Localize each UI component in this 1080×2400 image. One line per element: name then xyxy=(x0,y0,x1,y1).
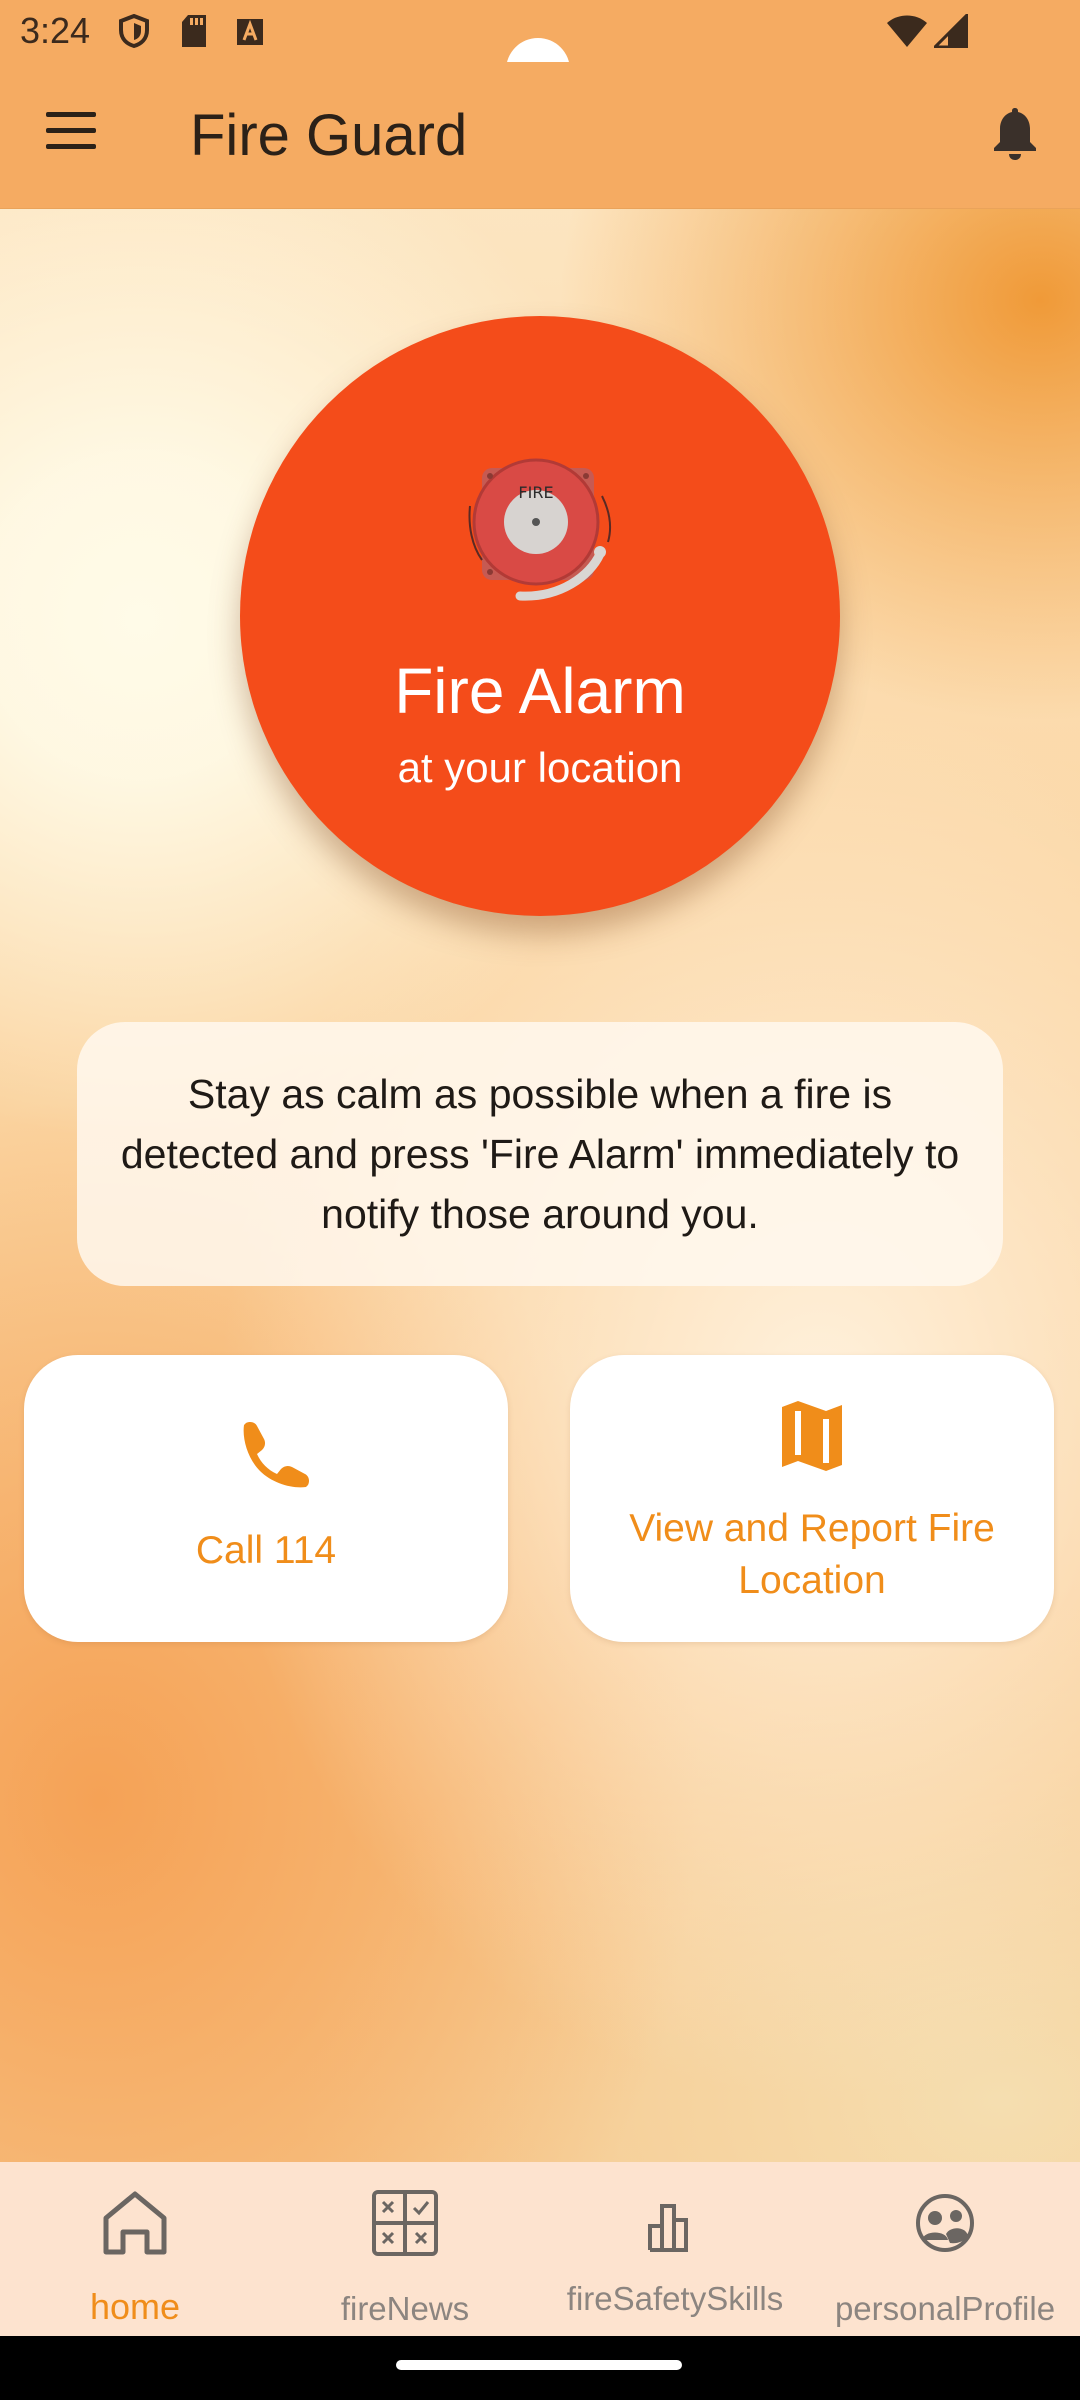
signal-icon xyxy=(934,14,968,48)
home-icon xyxy=(103,2191,167,2255)
nav-firesafetyskills-label: fireSafetySkills xyxy=(566,2280,784,2317)
nav-firesafetyskills[interactable]: fireSafetySkills xyxy=(540,2162,810,2336)
app-title: Fire Guard xyxy=(190,103,468,168)
info-text: Stay as calm as possible when a fire is … xyxy=(120,1071,960,1237)
grid-icon xyxy=(372,2190,438,2256)
nav-personalprofile-label: personalProfile xyxy=(834,2290,1056,2327)
map-icon xyxy=(782,1401,842,1471)
status-time: 3:24 xyxy=(20,10,91,51)
bar-chart-icon xyxy=(648,2204,688,2252)
home-gesture-handle[interactable] xyxy=(396,2360,682,2370)
call-114-button[interactable]: Call 114 xyxy=(24,1355,508,1642)
nav-firenews[interactable]: fireNews xyxy=(270,2162,540,2336)
nav-firenews-label: fireNews xyxy=(340,2290,470,2327)
bell-icon[interactable] xyxy=(990,104,1040,162)
keyboard-a-icon xyxy=(237,19,263,45)
alarm-subtitle: at your location xyxy=(397,744,683,791)
menu-icon[interactable] xyxy=(46,112,96,152)
phone-icon xyxy=(243,1422,309,1488)
call-114-label: Call 114 xyxy=(195,1529,337,1572)
bottom-navigation: home fireNews fireSafetySkills personalP… xyxy=(0,2162,1080,2336)
fire-alarm-button[interactable]: FIRE Fire Alarm at your location xyxy=(240,316,840,916)
alarm-title: Fire Alarm xyxy=(394,655,686,727)
view-report-fire-location-button[interactable]: View and Report Fire Location xyxy=(570,1355,1054,1642)
people-icon xyxy=(916,2194,974,2252)
shield-icon xyxy=(119,14,149,48)
wifi-icon xyxy=(887,15,927,47)
sd-card-icon xyxy=(182,15,206,47)
nav-home-label: home xyxy=(89,2286,181,2327)
gesture-bar xyxy=(0,2336,1080,2400)
view-report-label: View and Report Fire Location xyxy=(629,1507,995,1602)
info-card: Stay as calm as possible when a fire is … xyxy=(77,1022,1003,1286)
alarm-image-label: FIRE xyxy=(518,483,553,502)
nav-home[interactable]: home xyxy=(0,2162,270,2336)
fire-alarm-bell-image: FIRE xyxy=(468,458,611,601)
nav-personalprofile[interactable]: personalProfile xyxy=(810,2162,1080,2336)
app-bar: Fire Guard xyxy=(0,62,1080,209)
